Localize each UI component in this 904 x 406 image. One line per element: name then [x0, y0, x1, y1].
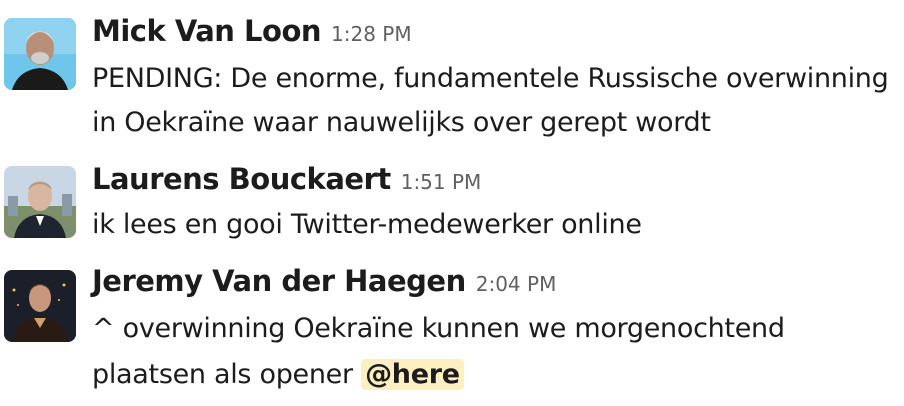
here-mention[interactable]: @here [361, 359, 464, 390]
message-text-line: ^ overwinning Oekraïne kunnen we morgeno… [92, 313, 785, 344]
avatar-jeremy-van-der-haegen[interactable] [4, 270, 76, 342]
message-timestamp[interactable]: 1:28 PM [331, 22, 412, 46]
message-feed: Mick Van Loon 1:28 PM PENDING: De enorme,… [0, 0, 904, 406]
sender-name[interactable]: Laurens Bouckaert [92, 162, 391, 196]
sender-name[interactable]: Mick Van Loon [92, 14, 322, 48]
avatar-photo-icon [4, 270, 76, 342]
avatar-photo-icon [4, 166, 76, 238]
avatar-mick-van-loon[interactable] [4, 18, 76, 90]
message-text: plaatsen als opener [92, 359, 353, 390]
sender-name[interactable]: Jeremy Van der Haegen [92, 264, 466, 298]
message-text-line: PENDING: De enorme, fundamentele Russisc… [92, 63, 889, 94]
avatar-laurens-bouckaert[interactable] [4, 166, 76, 238]
avatar-photo-icon [4, 18, 76, 90]
message-timestamp[interactable]: 1:51 PM [401, 170, 482, 194]
message-text-line: plaatsen als opener @here [92, 352, 464, 398]
message-text-line: ik lees en gooi Twitter-medewerker onlin… [92, 209, 642, 240]
message-timestamp[interactable]: 2:04 PM [476, 272, 557, 296]
message-text-line: in Oekraïne waar nauwelijks over gerept … [92, 107, 711, 138]
